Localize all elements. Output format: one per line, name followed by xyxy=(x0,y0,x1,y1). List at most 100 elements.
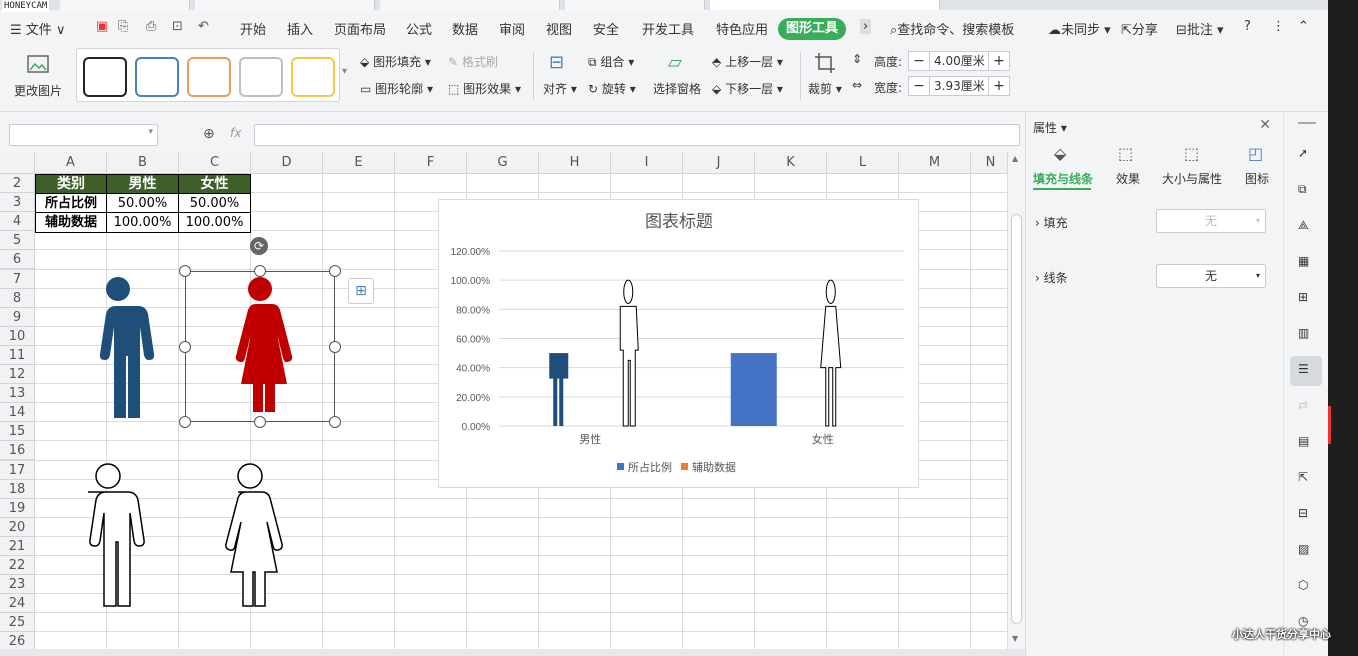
row-header[interactable]: 7 xyxy=(0,269,35,289)
menu-item-insert[interactable]: 插入 xyxy=(287,19,313,38)
row-header[interactable]: 11 xyxy=(0,345,35,365)
save-icon[interactable]: ▣ xyxy=(96,19,108,34)
change-picture-button[interactable]: 更改图片 xyxy=(10,52,66,104)
table-cell[interactable]: 100.00% xyxy=(178,212,251,233)
width-value[interactable]: 3.93厘米 xyxy=(929,77,989,95)
export-icon[interactable]: ⎘ xyxy=(118,19,128,34)
preview-icon[interactable]: ⊡ xyxy=(172,19,183,34)
tab-fill-line[interactable]: 填充与线条 xyxy=(1033,170,1093,187)
table-cell[interactable]: 50.00% xyxy=(106,193,179,213)
tab-size-properties[interactable]: 大小与属性 xyxy=(1162,170,1222,187)
format-brush-button[interactable]: ✎ 格式刷 xyxy=(448,53,498,70)
formula-input[interactable] xyxy=(254,124,1020,146)
row-header[interactable]: 3 xyxy=(0,193,35,213)
sheet-tab-bar[interactable] xyxy=(0,649,1025,656)
height-stepper[interactable]: − 4.00厘米 + xyxy=(908,51,1010,71)
style-swatch-blue[interactable] xyxy=(135,57,179,97)
menu-item-review[interactable]: 审阅 xyxy=(499,19,525,38)
column-header[interactable]: B xyxy=(107,152,179,174)
table-cell[interactable]: 100.00% xyxy=(106,212,179,233)
menu-item-home[interactable]: 开始 xyxy=(240,19,266,38)
line-dropdown[interactable]: 无 ▾ xyxy=(1156,264,1266,288)
document-tab[interactable] xyxy=(380,0,560,10)
table-cell[interactable]: 所占比例 xyxy=(35,193,107,213)
styles-icon[interactable]: ⟁ xyxy=(1298,218,1316,236)
decrement-icon[interactable]: − xyxy=(909,52,929,70)
resize-handle[interactable] xyxy=(254,416,266,428)
resize-handle[interactable] xyxy=(179,341,191,353)
table-header-male[interactable]: 男性 xyxy=(106,174,179,194)
shapes-icon[interactable]: ⧉ xyxy=(1298,182,1316,200)
security-icon[interactable]: ⬡ xyxy=(1298,578,1316,596)
more-icon[interactable]: ⋮ xyxy=(1272,19,1285,34)
gallery-more-icon[interactable]: ▾ xyxy=(342,66,347,77)
shape-effect-button[interactable]: ⬚ 图形效果 ▾ xyxy=(448,80,521,97)
chart-icon[interactable]: ▥ xyxy=(1298,326,1316,344)
row-header[interactable]: 19 xyxy=(0,498,35,518)
column-header[interactable]: H xyxy=(539,152,611,174)
resize-handle[interactable] xyxy=(329,416,341,428)
menu-item-special[interactable]: 特色应用 xyxy=(716,19,768,38)
tab-effects[interactable]: 效果 xyxy=(1116,170,1140,187)
group-button[interactable]: ⧉ 组合 ▾ xyxy=(588,53,634,70)
row-header[interactable]: 21 xyxy=(0,536,35,556)
resize-handle[interactable] xyxy=(179,265,191,277)
fill-section-toggle[interactable]: › 填充 xyxy=(1035,214,1068,231)
column-header[interactable]: L xyxy=(827,152,899,174)
collapse-ribbon-icon[interactable]: ⌃ xyxy=(1298,19,1309,34)
document-tab[interactable] xyxy=(60,0,190,10)
column-header[interactable]: K xyxy=(755,152,827,174)
menu-file[interactable]: ☰ 文件 ∨ xyxy=(10,19,65,38)
scroll-up-icon[interactable]: ▲ xyxy=(1012,154,1018,163)
style-swatch-yellow[interactable] xyxy=(291,57,335,97)
document-tab[interactable] xyxy=(195,0,375,10)
column-header[interactable]: G xyxy=(467,152,539,174)
row-header[interactable]: 20 xyxy=(0,517,35,537)
menu-item-dev-tools[interactable]: 开发工具 xyxy=(642,19,694,38)
vertical-scrollbar[interactable]: ▲ ▼ xyxy=(1007,152,1025,649)
search-command[interactable]: ⌕查找命令、搜索模板 xyxy=(890,19,1014,38)
style-swatch-gray[interactable] xyxy=(239,57,283,97)
rotate-button[interactable]: ↻ 旋转 ▾ xyxy=(588,80,636,97)
row-header[interactable]: 22 xyxy=(0,556,35,576)
properties-icon[interactable]: ☰ xyxy=(1290,356,1322,386)
grid-icon[interactable]: ⊞ xyxy=(1298,290,1316,308)
select-all-corner[interactable] xyxy=(0,152,35,174)
increment-icon[interactable]: + xyxy=(989,77,1009,95)
female-outline-icon[interactable] xyxy=(212,460,288,610)
row-header[interactable]: 15 xyxy=(0,422,35,442)
column-header[interactable]: C xyxy=(179,152,251,174)
transfer-icon[interactable]: ⇄ xyxy=(1298,398,1316,416)
row-header[interactable]: 18 xyxy=(0,479,35,499)
image-icon[interactable]: ▨ xyxy=(1298,542,1316,560)
chart[interactable]: 图表标题 0.00% 20.00% 40.00% 60.00% 80.00% 100.00… xyxy=(438,199,919,488)
decrement-icon[interactable]: − xyxy=(909,77,929,95)
archive-icon[interactable]: ⊟ xyxy=(1298,506,1316,524)
row-header[interactable]: 12 xyxy=(0,365,35,385)
pointer-icon[interactable]: ➚ xyxy=(1298,146,1316,164)
align-button[interactable]: 对齐 ▾ xyxy=(543,80,577,97)
drag-handle-icon[interactable] xyxy=(1298,122,1316,124)
column-header[interactable]: E xyxy=(323,152,395,174)
row-header[interactable]: 26 xyxy=(0,632,35,649)
resize-handle[interactable] xyxy=(329,265,341,277)
row-header[interactable]: 14 xyxy=(0,403,35,423)
crop-button[interactable]: 裁剪 ▾ xyxy=(808,80,842,97)
name-box[interactable]: ▾ xyxy=(9,124,158,146)
selection-pane-button[interactable]: 选择窗格 xyxy=(653,80,701,97)
menu-item-security[interactable]: 安全 xyxy=(593,19,619,38)
fill-dropdown[interactable]: 无 ▾ xyxy=(1156,209,1266,233)
table-header-category[interactable]: 类别 xyxy=(35,174,107,194)
column-header[interactable]: M xyxy=(899,152,971,174)
shape-fill-button[interactable]: ⬙ 图形填充 ▾ xyxy=(360,53,431,70)
table-cell[interactable]: 50.00% xyxy=(178,193,251,213)
chart-title[interactable]: 图表标题 xyxy=(645,212,713,231)
rotate-handle-icon[interactable]: ⟳ xyxy=(250,237,268,255)
table-icon[interactable]: ▦ xyxy=(1298,254,1316,272)
row-header[interactable]: 5 xyxy=(0,231,35,251)
picture-panel-icon[interactable]: ▤ xyxy=(1298,434,1316,452)
help-icon[interactable]: ? xyxy=(1244,19,1251,34)
column-header[interactable]: F xyxy=(395,152,467,174)
table-header-female[interactable]: 女性 xyxy=(178,174,251,194)
chevron-right-icon[interactable]: › xyxy=(860,19,872,34)
